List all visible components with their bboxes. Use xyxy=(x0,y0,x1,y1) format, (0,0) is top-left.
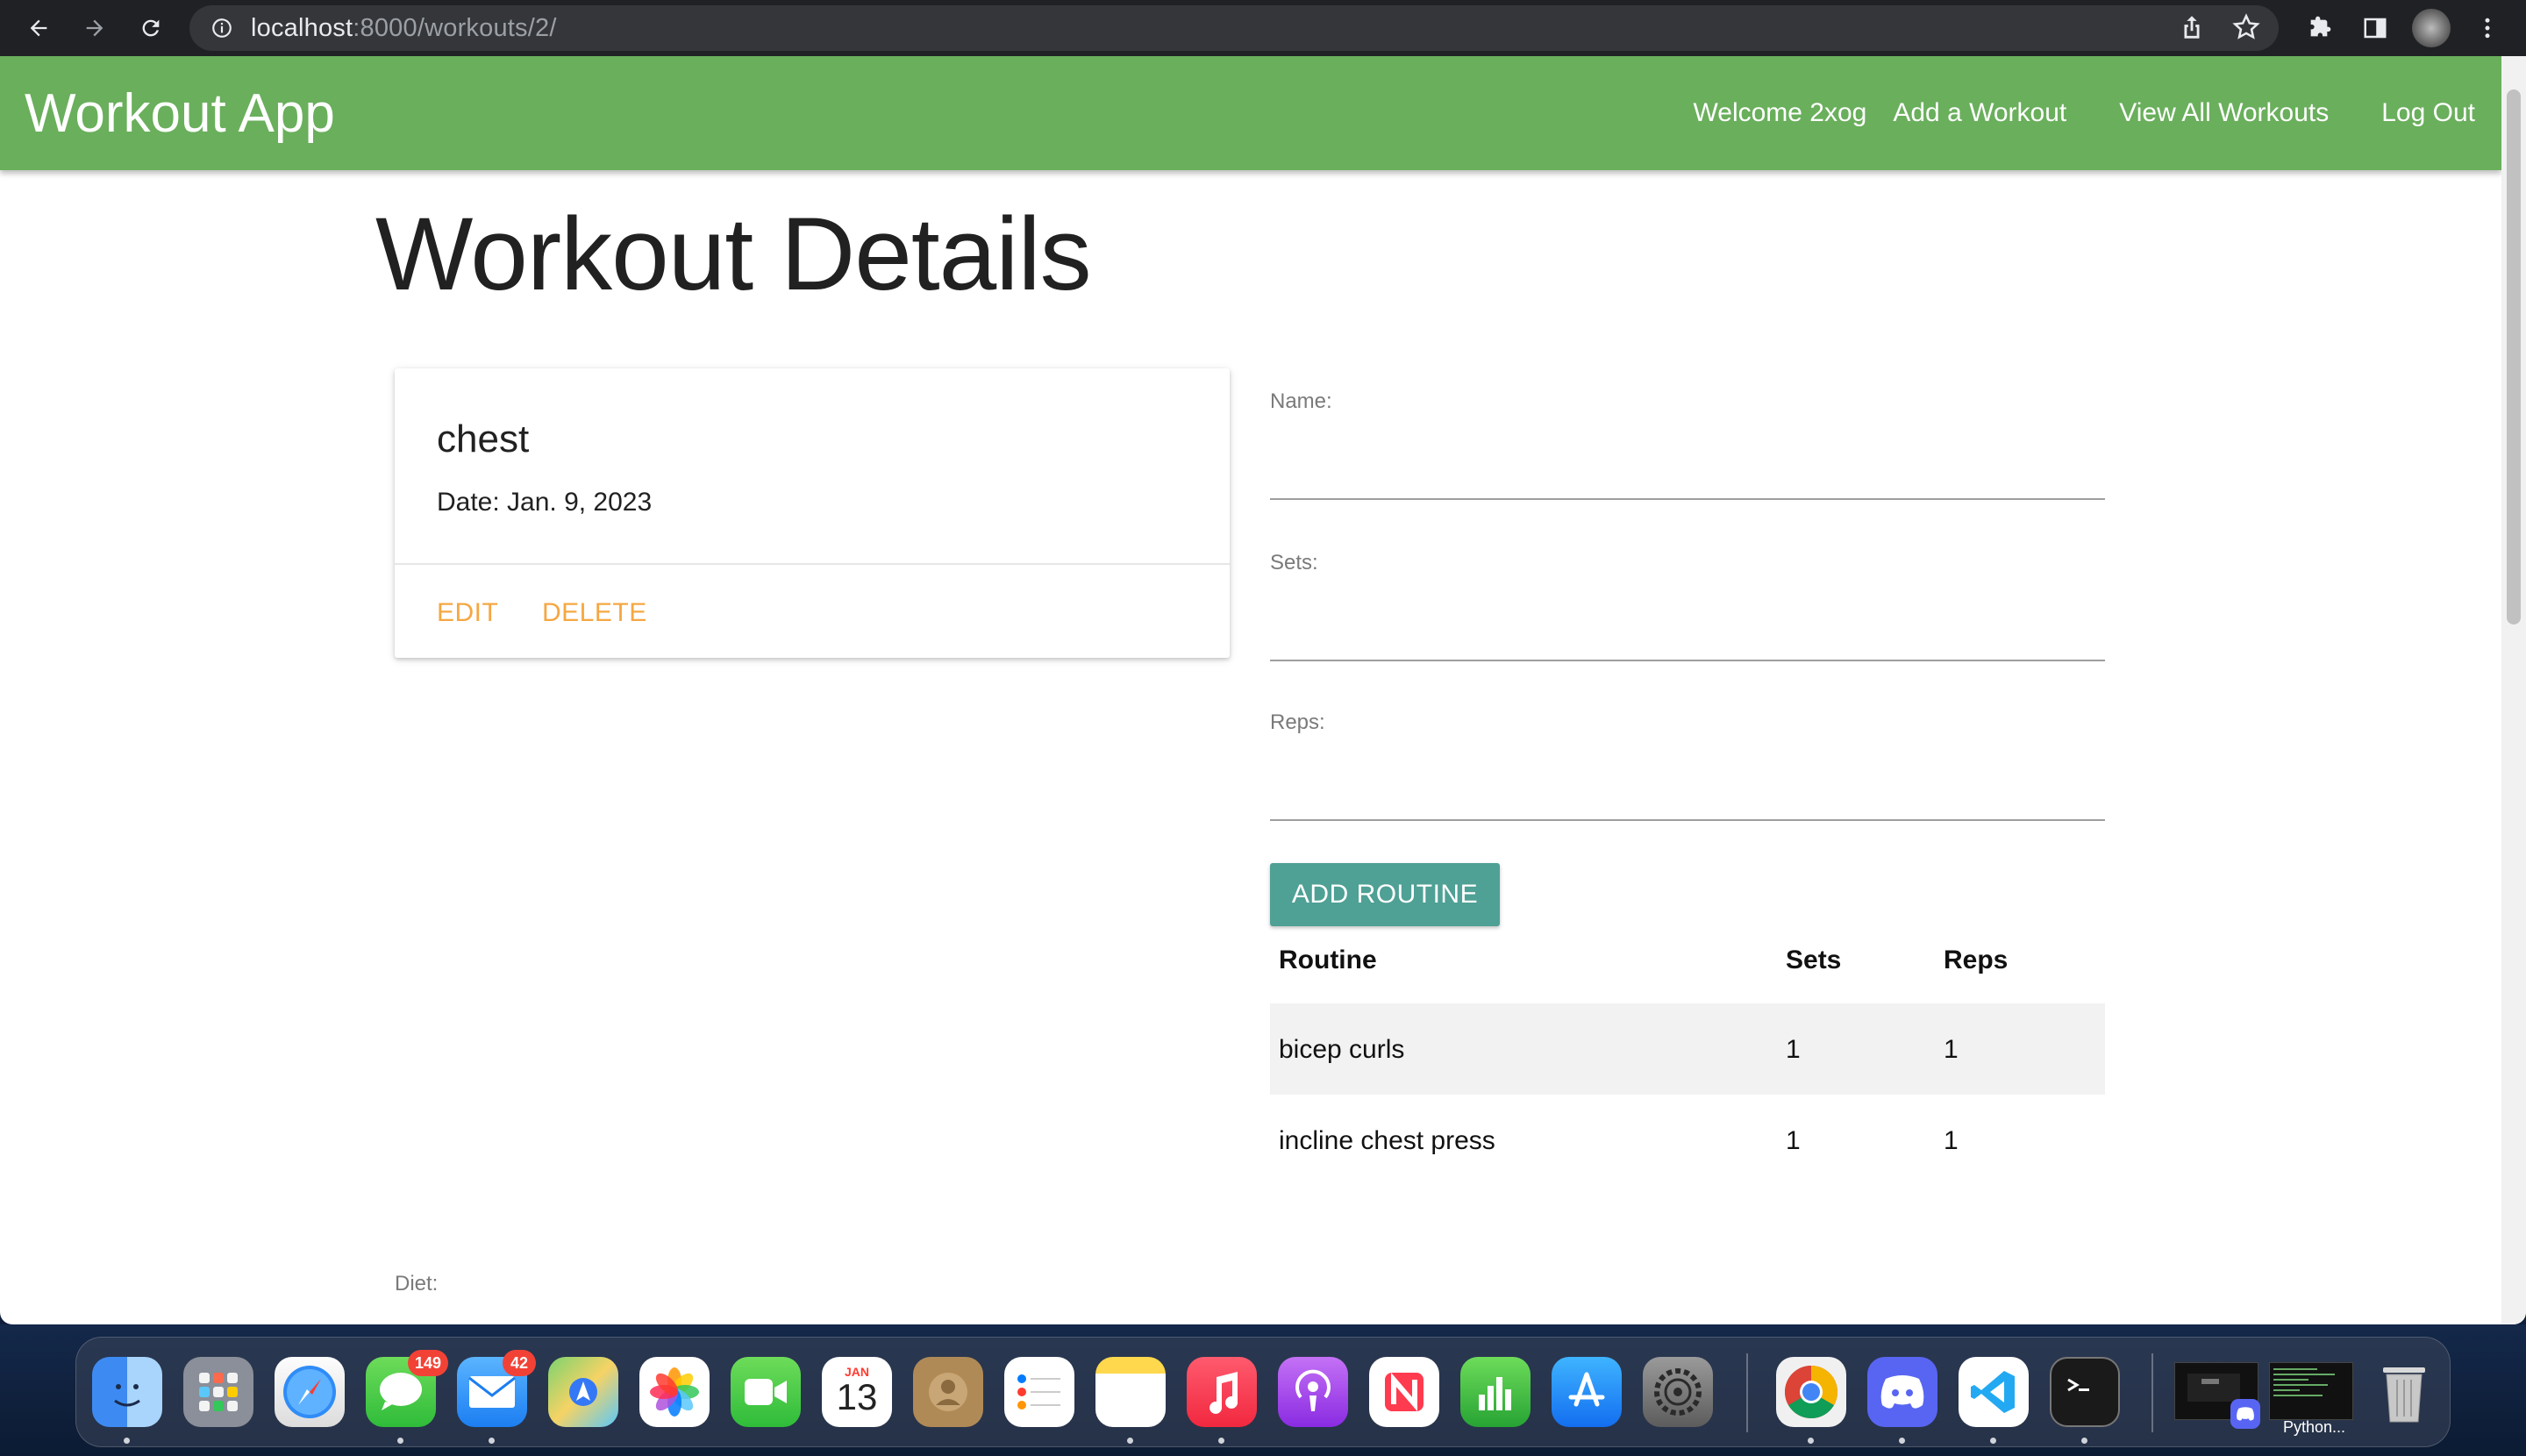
address-bar[interactable]: localhost:8000/workouts/2/ xyxy=(189,5,2279,51)
launchpad-icon[interactable] xyxy=(183,1357,253,1427)
scrollbar-thumb[interactable] xyxy=(2507,89,2521,625)
macos-dock: 149 42 JAN 13 Python... xyxy=(75,1337,2451,1447)
forward-arrow-icon[interactable] xyxy=(75,9,114,47)
sets-label: Sets: xyxy=(1270,551,1318,575)
routine-sets: 1 xyxy=(1786,1126,1801,1155)
discord-mini-icon xyxy=(2230,1399,2260,1429)
routine-reps: 1 xyxy=(1944,1035,1959,1064)
routine-reps: 1 xyxy=(1944,1126,1959,1155)
facetime-icon[interactable] xyxy=(731,1357,801,1427)
chrome-icon[interactable] xyxy=(1776,1357,1846,1427)
kebab-menu-icon[interactable] xyxy=(2468,9,2507,47)
reps-input[interactable] xyxy=(1270,763,2105,816)
url-path: :8000/workouts/2/ xyxy=(353,13,557,42)
sets-input[interactable] xyxy=(1270,603,2105,656)
page-title: Workout Details xyxy=(375,196,1092,312)
system-settings-icon[interactable] xyxy=(1643,1357,1713,1427)
calendar-icon[interactable]: JAN 13 xyxy=(822,1357,892,1427)
sets-underline xyxy=(1270,660,2105,661)
news-icon[interactable] xyxy=(1369,1357,1439,1427)
name-input[interactable] xyxy=(1270,442,2105,495)
sets-field: Sets: xyxy=(1270,551,2105,691)
workout-card: chest Date: Jan. 9, 2023 Edit Delete xyxy=(395,368,1230,658)
card-divider xyxy=(395,563,1230,565)
trash-icon[interactable] xyxy=(2369,1357,2439,1427)
finder-icon[interactable] xyxy=(92,1357,162,1427)
name-field: Name: xyxy=(1270,389,2105,530)
app-store-icon[interactable] xyxy=(1552,1357,1622,1427)
nav-view-all-workouts[interactable]: View All Workouts xyxy=(2119,98,2329,128)
vscode-icon[interactable] xyxy=(1959,1357,2029,1427)
routine-name: incline chest press xyxy=(1279,1126,1495,1155)
reload-icon[interactable] xyxy=(132,9,170,47)
routine-sets: 1 xyxy=(1786,1035,1801,1064)
name-label: Name: xyxy=(1270,389,1332,413)
music-icon[interactable] xyxy=(1187,1357,1257,1427)
calendar-day: 13 xyxy=(836,1376,878,1417)
header-routine: Routine xyxy=(1279,946,1377,974)
mail-badge: 42 xyxy=(503,1350,536,1376)
nav-add-workout[interactable]: Add a Workout xyxy=(1893,98,2066,128)
delete-link[interactable]: Delete xyxy=(542,598,647,628)
reps-label: Reps: xyxy=(1270,710,1325,734)
photos-icon[interactable] xyxy=(639,1357,710,1427)
brand-logo[interactable]: Workout App xyxy=(25,82,335,145)
routine-name: bicep curls xyxy=(1279,1035,1405,1064)
python-window-label: Python... xyxy=(2283,1418,2346,1436)
share-icon[interactable] xyxy=(2177,12,2207,46)
reminders-icon[interactable] xyxy=(1004,1357,1074,1427)
reps-field: Reps: xyxy=(1270,710,2105,851)
url-text: localhost:8000/workouts/2/ xyxy=(251,14,557,43)
nav-log-out[interactable]: Log Out xyxy=(2381,98,2475,128)
numbers-icon[interactable] xyxy=(1460,1357,1531,1427)
name-underline xyxy=(1270,498,2105,500)
discord-icon[interactable] xyxy=(1867,1357,1937,1427)
workout-date: Date: Jan. 9, 2023 xyxy=(437,488,653,517)
page-viewport: Workout App Welcome 2xog Add a Workout V… xyxy=(0,56,2526,1324)
maps-icon[interactable] xyxy=(548,1357,618,1427)
contacts-icon[interactable] xyxy=(913,1357,983,1427)
table-row: incline chest press 1 1 xyxy=(1270,1095,2105,1186)
python-window-thumbnail[interactable] xyxy=(2269,1362,2353,1420)
url-host: localhost xyxy=(251,13,353,42)
header-reps: Reps xyxy=(1944,946,2009,974)
table-row: bicep curls 1 1 xyxy=(1270,1003,2105,1095)
notes-icon[interactable] xyxy=(1095,1357,1166,1427)
diet-label: Diet: xyxy=(395,1272,439,1295)
profile-avatar[interactable] xyxy=(2412,9,2451,47)
terminal-icon[interactable] xyxy=(2050,1357,2120,1427)
side-panel-icon[interactable] xyxy=(2356,9,2394,47)
dock-separator xyxy=(2151,1353,2153,1432)
podcasts-icon[interactable] xyxy=(1278,1357,1348,1427)
safari-icon[interactable] xyxy=(275,1357,345,1427)
site-info-icon[interactable] xyxy=(209,15,235,41)
add-routine-button[interactable]: Add Routine xyxy=(1270,863,1500,926)
browser-toolbar: localhost:8000/workouts/2/ xyxy=(0,0,2526,56)
nav-links: Welcome 2xog Add a Workout View All Work… xyxy=(1666,98,2475,128)
header-sets: Sets xyxy=(1786,946,1842,974)
edit-link[interactable]: Edit xyxy=(437,598,498,628)
app-navbar: Workout App Welcome 2xog Add a Workout V… xyxy=(0,56,2501,170)
scrollbar[interactable] xyxy=(2501,56,2526,1324)
workout-name: chest xyxy=(437,418,530,460)
extensions-puzzle-icon[interactable] xyxy=(2300,9,2338,47)
routines-table: Routine Sets Reps bicep curls 1 1 inclin… xyxy=(1270,939,2105,1186)
dock-separator xyxy=(1746,1353,1748,1432)
reps-underline xyxy=(1270,819,2105,821)
welcome-text: Welcome 2xog xyxy=(1693,98,1867,127)
bookmark-star-icon[interactable] xyxy=(2231,12,2261,46)
back-arrow-icon[interactable] xyxy=(19,9,58,47)
table-header-row: Routine Sets Reps xyxy=(1270,939,2105,1003)
messages-badge: 149 xyxy=(408,1350,449,1376)
